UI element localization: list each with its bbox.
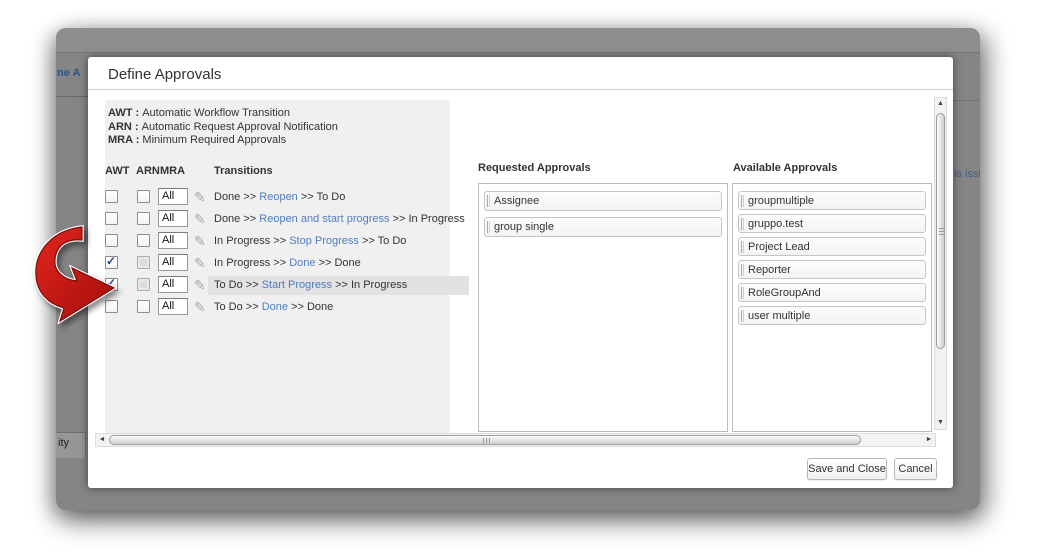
drag-grip-icon — [741, 195, 744, 207]
dialog-header: Define Approvals — [88, 57, 953, 90]
arn-checkbox[interactable] — [137, 212, 150, 225]
scrollbar-grip-icon — [939, 228, 944, 235]
background-divider-left — [56, 96, 88, 97]
approval-item[interactable]: Project Lead — [738, 237, 926, 256]
mra-input[interactable] — [158, 188, 188, 205]
abbreviation-legend: AWT : Automatic Workflow TransitionARN :… — [105, 100, 450, 148]
drag-grip-icon — [741, 218, 744, 230]
save-and-close-button[interactable]: Save and Close — [807, 458, 887, 480]
legend-line: AWT : Automatic Workflow Transition — [108, 107, 450, 121]
scroll-up-button[interactable]: ▲ — [935, 98, 946, 110]
background-top-band — [56, 28, 980, 53]
transition-row: ✓ ✎ To Do >> Start Progress >> In Progre… — [105, 275, 450, 297]
transition-row: ✓ ✎ In Progress >> Done >> Done — [105, 253, 450, 275]
define-approvals-dialog: Define Approvals AWT : Automatic Workflo… — [88, 57, 953, 488]
transition-action-link[interactable]: Start Progress — [262, 279, 332, 291]
transition-label: To Do >> Done >> Done — [214, 301, 333, 313]
arn-checkbox[interactable] — [137, 234, 150, 247]
edit-pencil-icon[interactable]: ✎ — [194, 277, 206, 294]
edit-pencil-icon[interactable]: ✎ — [194, 299, 206, 316]
col-header-transitions: Transitions — [214, 165, 273, 177]
arn-checkbox[interactable] — [137, 190, 150, 203]
transition-label: In Progress >> Stop Progress >> To Do — [214, 235, 406, 247]
horizontal-scrollbar[interactable]: ◄ ► — [95, 433, 936, 447]
edit-pencil-icon[interactable]: ✎ — [194, 189, 206, 206]
drag-grip-icon — [487, 221, 490, 233]
awt-checkbox[interactable] — [105, 212, 118, 225]
transition-action-link[interactable]: Reopen and start progress — [259, 213, 389, 225]
col-header-mra: MRA — [160, 165, 185, 177]
legend-line: ARN : Automatic Request Approval Notific… — [108, 121, 450, 135]
transition-action-link[interactable]: Done — [262, 301, 288, 313]
drag-grip-icon — [741, 287, 744, 299]
transitions-panel: AWT : Automatic Workflow TransitionARN :… — [105, 100, 450, 433]
background-tab-fragment: ity — [56, 432, 86, 458]
approval-item[interactable]: gruppo.test — [738, 214, 926, 233]
col-header-awt: AWT — [105, 165, 129, 177]
edit-pencil-icon[interactable]: ✎ — [194, 211, 206, 228]
background-divider-right — [953, 100, 980, 101]
table-header-row: AWT ARN MRA Transitions — [105, 165, 450, 178]
transition-label: Done >> Reopen and start progress >> In … — [214, 213, 465, 225]
scrollbar-grip-icon — [483, 438, 490, 443]
scroll-left-button[interactable]: ◄ — [96, 434, 108, 446]
dialog-title: Define Approvals — [108, 66, 221, 83]
approval-item[interactable]: Reporter — [738, 260, 926, 279]
mra-input[interactable] — [158, 232, 188, 249]
approval-item[interactable]: groupmultiple — [738, 191, 926, 210]
mra-input[interactable] — [158, 298, 188, 315]
transition-label: In Progress >> Done >> Done — [214, 257, 361, 269]
horizontal-scrollbar-thumb[interactable] — [109, 435, 861, 445]
awt-checkbox[interactable] — [105, 190, 118, 203]
approval-item[interactable]: group single — [484, 217, 722, 237]
transition-row: ✎ In Progress >> Stop Progress >> To Do — [105, 231, 450, 253]
scroll-down-button[interactable]: ▼ — [935, 417, 946, 429]
approval-item[interactable]: Assignee — [484, 191, 722, 211]
available-approvals-list: groupmultiple gruppo.test Project Lead R… — [732, 183, 932, 432]
drag-grip-icon — [741, 241, 744, 253]
page-with-overlay: ne A is issue ity Define Approvals AWT :… — [56, 28, 980, 510]
transition-label: Done >> Reopen >> To Do — [214, 191, 345, 203]
transition-row: ✎ Done >> Reopen and start progress >> I… — [105, 209, 450, 231]
arn-checkbox[interactable] — [137, 300, 150, 313]
transition-action-link[interactable]: Stop Progress — [289, 235, 359, 247]
col-header-arn: ARN — [136, 165, 160, 177]
drag-grip-icon — [487, 195, 490, 207]
background-text-fragment-top-left: ne A — [57, 67, 80, 79]
drag-grip-icon — [741, 264, 744, 276]
mra-input[interactable] — [158, 210, 188, 227]
mra-input[interactable] — [158, 254, 188, 271]
available-approvals-label: Available Approvals — [733, 162, 837, 174]
transitions-table: ✎ Done >> Reopen >> To Do ✎ Done >> Reop… — [105, 187, 450, 319]
requested-approvals-label: Requested Approvals — [478, 162, 591, 174]
vertical-scrollbar-thumb[interactable] — [936, 113, 945, 349]
cancel-button[interactable]: Cancel — [894, 458, 937, 480]
edit-pencil-icon[interactable]: ✎ — [194, 255, 206, 272]
scroll-right-button[interactable]: ► — [923, 434, 935, 446]
transition-label: To Do >> Start Progress >> In Progress — [208, 276, 469, 295]
background-text-fragment-bottom-left: ity — [58, 437, 69, 449]
edit-pencil-icon[interactable]: ✎ — [194, 233, 206, 250]
arn-checkbox[interactable] — [137, 256, 150, 269]
requested-approvals-list: Assignee group single — [478, 183, 728, 432]
screenshot-stage: ne A is issue ity Define Approvals AWT :… — [0, 0, 1052, 557]
arn-checkbox[interactable] — [137, 278, 150, 291]
approval-item[interactable]: user multiple — [738, 306, 926, 325]
transition-row: ✎ To Do >> Done >> Done — [105, 297, 450, 319]
approval-item[interactable]: RoleGroupAnd — [738, 283, 926, 302]
mra-input[interactable] — [158, 276, 188, 293]
transition-action-link[interactable]: Done — [289, 257, 315, 269]
red-annotation-arrow — [24, 224, 124, 324]
drag-grip-icon — [741, 310, 744, 322]
vertical-scrollbar[interactable]: ▲ ▼ — [934, 97, 947, 430]
transition-row: ✎ Done >> Reopen >> To Do — [105, 187, 450, 209]
transition-action-link[interactable]: Reopen — [259, 191, 298, 203]
background-text-fragment-right: is issue — [954, 168, 980, 180]
legend-line: MRA : Minimum Required Approvals — [108, 134, 450, 148]
